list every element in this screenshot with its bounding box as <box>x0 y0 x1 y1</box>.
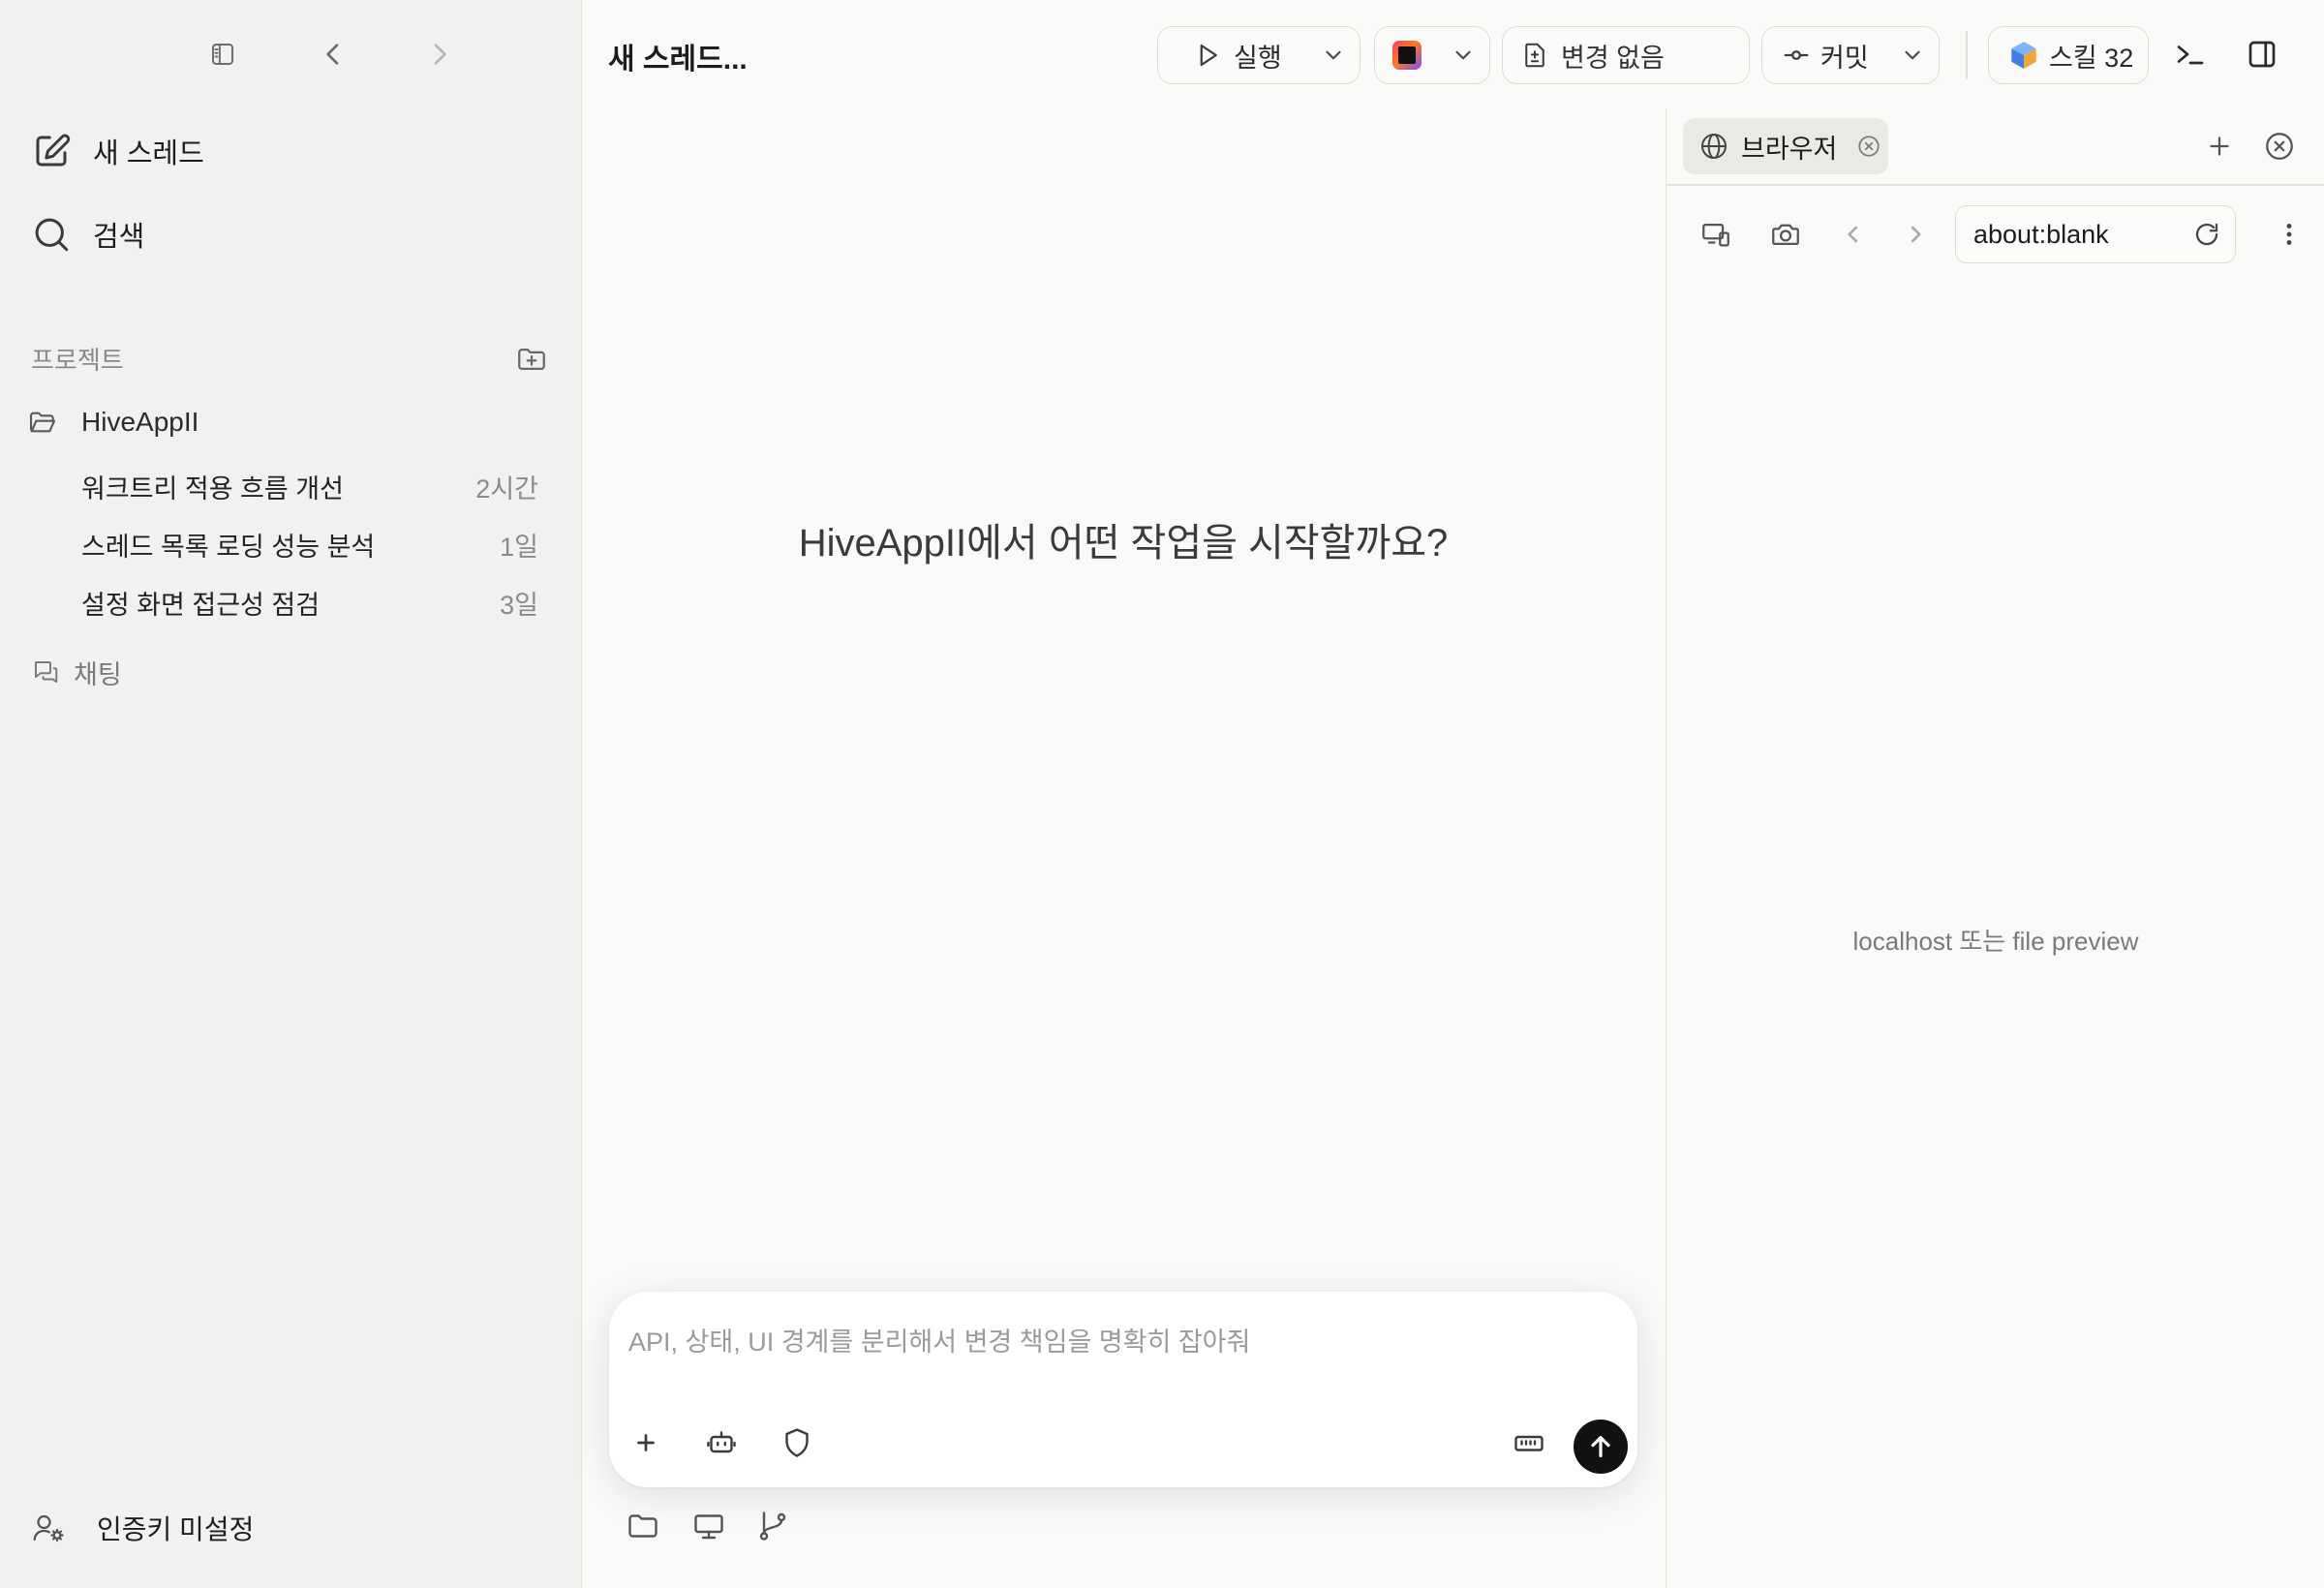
close-tab-icon[interactable] <box>1856 134 1881 159</box>
run-label: 실행 <box>1234 43 1282 73</box>
thread-title-header: 새 스레드... <box>608 44 748 76</box>
changes-button[interactable]: 변경 없음 <box>1502 26 1750 84</box>
attach-plus-icon[interactable] <box>628 1425 663 1460</box>
add-project-icon[interactable] <box>515 343 548 376</box>
camera-icon[interactable] <box>1769 218 1802 251</box>
search-icon <box>31 214 72 255</box>
open-in-ide-button[interactable] <box>1374 26 1490 84</box>
compose-icon <box>31 131 72 171</box>
thread-age: 1일 <box>500 532 538 562</box>
thread-age: 3일 <box>500 590 538 620</box>
account-button[interactable]: 인증키 미설정 <box>31 1507 254 1549</box>
close-panel-icon[interactable] <box>2263 130 2296 163</box>
new-thread-button[interactable]: 새 스레드 <box>31 124 204 178</box>
cube-icon <box>2010 41 2037 70</box>
user-settings-icon <box>31 1511 66 1545</box>
chevron-down-icon[interactable] <box>1900 43 1925 68</box>
browser-panel: 브라우저 about:blank localhost 또는 file previ… <box>1666 108 2324 1588</box>
url-text: about:blank <box>1973 219 2109 249</box>
reload-icon[interactable] <box>2192 220 2221 249</box>
shield-icon[interactable] <box>780 1425 814 1460</box>
preview-hint: localhost 또는 file preview <box>1852 927 2139 956</box>
new-thread-label: 새 스레드 <box>93 138 204 169</box>
toggle-sidebar-icon[interactable] <box>203 35 242 74</box>
arrow-up-icon <box>1585 1431 1616 1462</box>
account-label: 인증키 미설정 <box>97 1514 255 1544</box>
chevron-down-icon[interactable] <box>1451 43 1476 68</box>
folder-icon[interactable] <box>626 1509 660 1543</box>
agent-bot-icon[interactable] <box>704 1425 739 1460</box>
chevron-down-icon[interactable] <box>1321 43 1346 68</box>
commit-label: 커밋 <box>1820 43 1869 73</box>
thread-age: 2시간 <box>475 473 538 504</box>
monitor-icon[interactable] <box>691 1509 726 1543</box>
projects-section-label: 프로젝트 <box>31 346 124 375</box>
keyboard-icon[interactable] <box>1512 1425 1546 1460</box>
project-item-hiveappii[interactable]: HiveAppII <box>27 401 199 443</box>
chat-label: 채팅 <box>74 659 122 689</box>
thread-title: 워크트리 적용 흐름 개선 <box>81 473 344 504</box>
device-preview-icon[interactable] <box>1699 218 1732 251</box>
skills-label: 스킬 32 <box>2049 43 2134 73</box>
project-name: HiveAppII <box>81 407 199 437</box>
composer <box>609 1292 1637 1487</box>
thread-title: 설정 화면 접근성 점검 <box>81 590 321 620</box>
more-vertical-icon[interactable] <box>2273 218 2306 251</box>
ide-app-icon <box>1392 41 1422 70</box>
git-commit-icon <box>1782 41 1811 70</box>
changes-label: 변경 없음 <box>1561 43 1665 73</box>
hero-prompt: HiveAppII에서 어떤 작업을 시작할까요? <box>798 522 1449 565</box>
commit-button[interactable]: 커밋 <box>1761 26 1940 84</box>
toggle-panel-icon[interactable] <box>2245 37 2279 72</box>
browser-forward-icon[interactable] <box>1899 218 1932 251</box>
browser-back-icon[interactable] <box>1837 218 1870 251</box>
search-button[interactable]: 검색 <box>31 207 144 261</box>
thread-title: 스레드 목록 로딩 성능 분석 <box>81 532 376 562</box>
play-icon <box>1193 41 1222 70</box>
browser-tab[interactable]: 브라우저 <box>1683 118 1888 174</box>
back-icon[interactable] <box>314 35 352 74</box>
thread-item[interactable]: 설정 화면 접근성 점검 3일 <box>81 581 538 624</box>
prompt-input[interactable] <box>628 1313 1597 1371</box>
panel-divider <box>1667 184 2324 186</box>
new-tab-plus-icon[interactable] <box>2203 130 2236 163</box>
toolbar-divider <box>1966 31 1968 79</box>
run-button[interactable]: 실행 <box>1157 26 1361 84</box>
terminal-icon[interactable] <box>2173 37 2208 72</box>
diff-file-icon <box>1520 41 1549 70</box>
search-label: 검색 <box>93 222 145 253</box>
folder-open-icon <box>27 407 58 438</box>
skills-button[interactable]: 스킬 32 <box>1988 26 2149 84</box>
git-branch-icon[interactable] <box>755 1509 790 1543</box>
url-bar[interactable]: about:blank <box>1955 205 2236 263</box>
globe-icon <box>1698 131 1729 162</box>
chat-bubbles-icon <box>31 657 60 687</box>
send-button[interactable] <box>1574 1420 1628 1474</box>
chat-section-button[interactable]: 채팅 <box>31 651 122 693</box>
forward-icon[interactable] <box>420 35 459 74</box>
thread-item[interactable]: 워크트리 적용 흐름 개선 2시간 <box>81 465 538 507</box>
thread-item[interactable]: 스레드 목록 로딩 성능 분석 1일 <box>81 523 538 565</box>
sidebar: 새 스레드 검색 프로젝트 HiveAppII 워크트리 적용 흐름 개선 2시… <box>0 0 581 1588</box>
browser-tab-label: 브라우저 <box>1741 134 1838 164</box>
